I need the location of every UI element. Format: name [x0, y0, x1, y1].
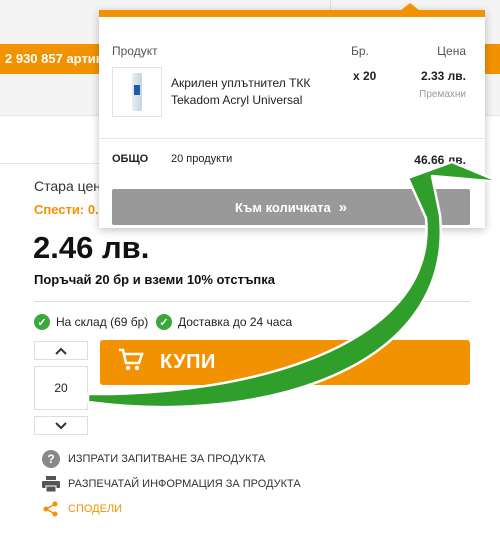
divider: [34, 301, 470, 302]
remove-item-link[interactable]: Премахни: [419, 89, 466, 100]
dropdown-caret: [400, 3, 420, 11]
cart-icon: [118, 348, 144, 378]
go-to-cart-button[interactable]: Към количката »: [112, 189, 470, 225]
quantity-decrease-button[interactable]: [34, 416, 88, 435]
quantity-increase-button[interactable]: [34, 341, 88, 360]
divider: [0, 163, 100, 164]
buy-label: КУПИ: [160, 351, 216, 373]
go-to-cart-label: Към количката: [234, 199, 331, 215]
send-inquiry-link[interactable]: ? ИЗПРАТИ ЗАПИТВАНЕ ЗА ПРОДУКТА: [42, 450, 265, 468]
delivery-text: Доставка до 24 часа: [178, 315, 293, 329]
total-label: ОБЩО: [112, 153, 149, 165]
print-info-link[interactable]: РАЗПЕЧАТАЙ ИНФОРМАЦИЯ ЗА ПРОДУКТА: [42, 475, 301, 493]
bulk-discount-promo: Поръчай 20 бр и вземи 10% отстъпка: [34, 272, 276, 287]
chevron-down-icon: [55, 421, 67, 429]
share-link[interactable]: СПОДЕЛИ: [42, 500, 122, 518]
old-price-label: Стара цена: [34, 178, 109, 194]
share-label: СПОДЕЛИ: [68, 503, 123, 515]
column-header-qty: Бр.: [351, 44, 369, 58]
product-thumbnail[interactable]: [112, 67, 162, 117]
print-info-label: РАЗПЕЧАТАЙ ИНФОРМАЦИЯ ЗА ПРОДУКТА: [68, 478, 301, 490]
delivery-status: ✓ Доставка до 24 часа: [156, 314, 292, 330]
column-header-product: Продукт: [112, 44, 158, 58]
divider: [99, 138, 485, 139]
cart-dropdown: Продукт Бр. Цена Акрилен уплътнител ТКК …: [99, 3, 485, 228]
column-header-price: Цена: [437, 44, 466, 58]
quantity-input[interactable]: 20: [34, 366, 88, 410]
stock-status: ✓ На склад (69 бр): [34, 314, 148, 330]
total-count: 20 продукти: [171, 153, 233, 165]
check-icon: ✓: [156, 314, 172, 330]
buy-button[interactable]: КУПИ: [100, 340, 470, 385]
cart-item-qty: x 20: [353, 69, 377, 83]
printer-icon: [42, 475, 60, 493]
send-inquiry-label: ИЗПРАТИ ЗАПИТВАНЕ ЗА ПРОДУКТА: [68, 453, 266, 465]
cart-item-name[interactable]: Акрилен уплътнител ТКК Tekadom Acryl Uni…: [171, 75, 331, 109]
chevron-up-icon: [55, 347, 67, 355]
cart-item-price: 2.33 лв.: [420, 69, 466, 83]
product-page: 2 930 857 артикула Стара цена Спести: 0.…: [0, 0, 500, 535]
save-amount: Спести: 0.1: [34, 202, 106, 217]
sealant-tube-image: [132, 73, 142, 111]
total-sum: 46.66 лв.: [414, 153, 466, 167]
stock-text: На склад (69 бр): [56, 315, 149, 329]
double-chevron-right-icon: »: [338, 198, 348, 216]
check-icon: ✓: [34, 314, 50, 330]
share-icon: [42, 500, 60, 518]
question-icon: ?: [42, 450, 60, 468]
product-price: 2.46 лв.: [33, 230, 150, 265]
